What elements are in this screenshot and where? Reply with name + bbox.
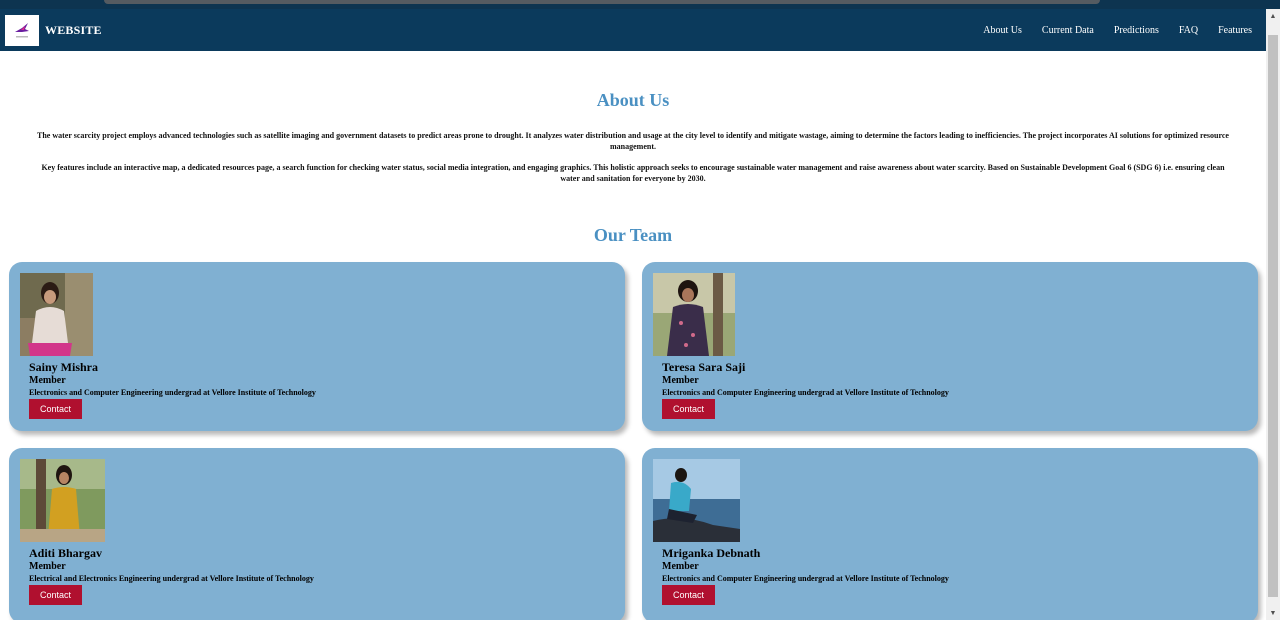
brand-name[interactable]: WEBSITE xyxy=(45,23,102,38)
team-card-sainy: Sainy Mishra Member Electronics and Comp… xyxy=(9,262,625,431)
member-name: Sainy Mishra xyxy=(29,360,99,374)
bird-logo-icon xyxy=(15,23,29,38)
nav-features[interactable]: Features xyxy=(1218,25,1252,36)
scroll-up-arrow-icon[interactable]: ▲ xyxy=(1266,9,1280,23)
member-role: Member xyxy=(29,375,66,386)
nav-current-data[interactable]: Current Data xyxy=(1042,25,1094,36)
member-description: Electrical and Electronics Engineering u… xyxy=(29,574,314,583)
scrollbar-thumb[interactable] xyxy=(1268,35,1278,597)
contact-button[interactable]: Contact xyxy=(662,585,715,605)
team-card-teresa: Teresa Sara Saji Member Electronics and … xyxy=(642,262,1258,431)
member-role: Member xyxy=(662,561,699,572)
about-paragraph-1: The water scarcity project employs advan… xyxy=(37,131,1229,151)
contact-button[interactable]: Contact xyxy=(29,585,82,605)
team-card-mriganka: Mriganka Debnath Member Electronics and … xyxy=(642,448,1258,620)
contact-button[interactable]: Contact xyxy=(662,399,715,419)
site-logo[interactable] xyxy=(5,14,39,46)
member-photo xyxy=(20,459,105,542)
nav-links: About Us Current Data Predictions FAQ Fe… xyxy=(963,25,1252,36)
main-content: About Us The water scarcity project empl… xyxy=(0,51,1266,620)
member-photo xyxy=(20,273,93,356)
about-us-heading: About Us xyxy=(596,90,670,110)
member-photo xyxy=(653,273,735,356)
browser-top-strip xyxy=(0,0,1280,9)
nav-faq[interactable]: FAQ xyxy=(1179,25,1198,36)
nav-about-us[interactable]: About Us xyxy=(983,25,1022,36)
member-role: Member xyxy=(662,375,699,386)
member-name: Aditi Bhargav xyxy=(29,546,103,560)
team-card-aditi: Aditi Bhargav Member Electrical and Elec… xyxy=(9,448,625,620)
about-paragraph-2: Key features include an interactive map,… xyxy=(41,163,1225,183)
our-team-heading: Our Team xyxy=(593,225,673,245)
member-name: Mriganka Debnath xyxy=(662,546,761,560)
scroll-down-arrow-icon[interactable]: ▼ xyxy=(1266,606,1280,620)
member-role: Member xyxy=(29,561,66,572)
navbar: WEBSITE About Us Current Data Prediction… xyxy=(0,9,1266,51)
member-description: Electronics and Computer Engineering und… xyxy=(662,388,949,397)
member-description: Electronics and Computer Engineering und… xyxy=(662,574,949,583)
member-description: Electronics and Computer Engineering und… xyxy=(29,388,316,397)
browser-tab-bar xyxy=(104,0,1100,4)
member-name: Teresa Sara Saji xyxy=(662,360,746,374)
nav-predictions[interactable]: Predictions xyxy=(1114,25,1159,36)
contact-button[interactable]: Contact xyxy=(29,399,82,419)
member-photo xyxy=(653,459,740,542)
page-scrollbar[interactable]: ▲ ▼ xyxy=(1266,9,1280,620)
